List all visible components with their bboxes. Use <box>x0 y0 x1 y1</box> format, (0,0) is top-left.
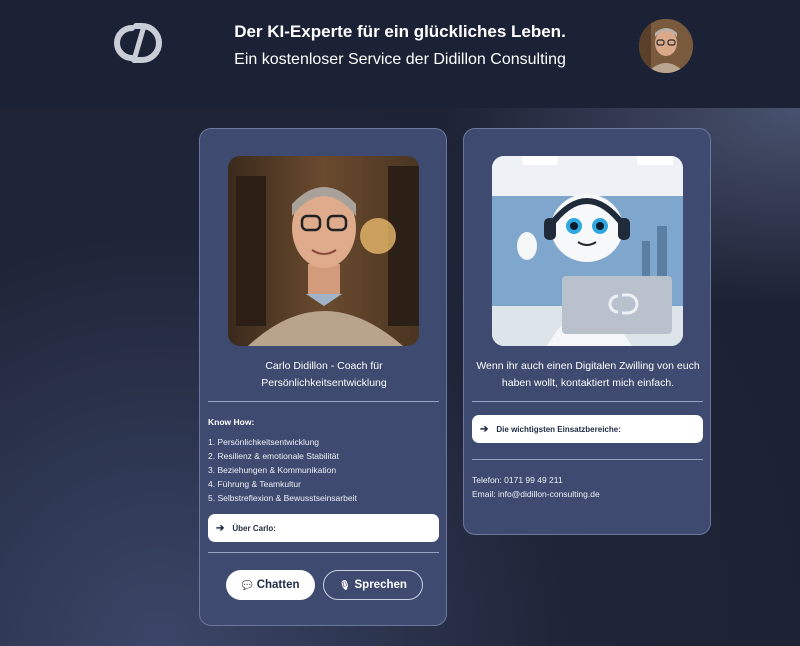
robot-headset-icon <box>492 156 683 346</box>
knowhow-list: 1. Persönlichkeitsentwicklung 2. Resilie… <box>208 435 357 505</box>
about-carlo-label: Über Carlo: <box>232 523 276 533</box>
avatar[interactable] <box>639 19 693 73</box>
divider <box>472 401 703 402</box>
divider <box>472 459 703 460</box>
coach-caption-line1: Carlo Didillon - Coach für <box>265 360 383 372</box>
chat-button[interactable]: 💬 Chatten <box>226 570 315 600</box>
arrow-right-icon: ➔ <box>216 522 225 534</box>
cd-logo-icon[interactable] <box>112 22 164 64</box>
use-cases-button[interactable]: ➔ Die wichtigsten Einsatzbereiche: <box>472 415 703 443</box>
contact-phone: Telefon: 0171 99 49 211 <box>472 475 563 485</box>
list-item: 3. Beziehungen & Kommunikation <box>208 465 337 475</box>
coach-portrait-icon <box>228 156 419 346</box>
profile-avatar-icon <box>639 19 693 73</box>
page-subtitle: Ein kostenloser Service der Didillon Con… <box>234 51 566 68</box>
speech-bubble-icon: 💬 <box>241 579 253 590</box>
divider <box>208 552 439 553</box>
list-item: 5. Selbstreflexion & Bewusstseinsarbeit <box>208 493 357 503</box>
use-cases-label: Die wichtigsten Einsatzbereiche: <box>496 424 621 434</box>
coach-photo <box>228 156 419 346</box>
twin-caption-line1: Wenn ihr auch einen Digitalen Zwilling v… <box>476 360 700 372</box>
chat-button-label: Chatten <box>256 579 300 591</box>
robot-photo <box>492 156 683 346</box>
about-carlo-button[interactable]: ➔ Über Carlo: <box>208 514 439 542</box>
speak-button-label: Sprechen <box>354 579 407 591</box>
coach-card: Carlo Didillon - Coach für Persönlichkei… <box>199 128 447 626</box>
coach-caption-line2: Persönlichkeitsentwicklung <box>261 377 387 389</box>
twin-caption-line2: haben wollt, kontaktiert mich einfach. <box>501 377 675 389</box>
knowhow-title: Know How: <box>208 417 255 427</box>
list-item: 4. Führung & Teamkultur <box>208 479 301 489</box>
list-item: 2. Resilienz & emotionale Stabilität <box>208 451 339 461</box>
speak-button[interactable]: 🎙 Sprechen <box>323 570 423 600</box>
list-item: 1. Persönlichkeitsentwicklung <box>208 437 320 447</box>
top-bar: Der KI-Experte für ein glückliches Leben… <box>0 0 800 108</box>
arrow-right-icon: ➔ <box>480 423 489 435</box>
contact-email[interactable]: Email: info@didillon-consulting.de <box>472 489 600 499</box>
page-title: Der KI-Experte für ein glückliches Leben… <box>234 22 566 41</box>
divider <box>208 401 439 402</box>
digital-twin-card: Wenn ihr auch einen Digitalen Zwilling v… <box>463 128 711 535</box>
microphone-icon: 🎙 <box>339 579 351 590</box>
